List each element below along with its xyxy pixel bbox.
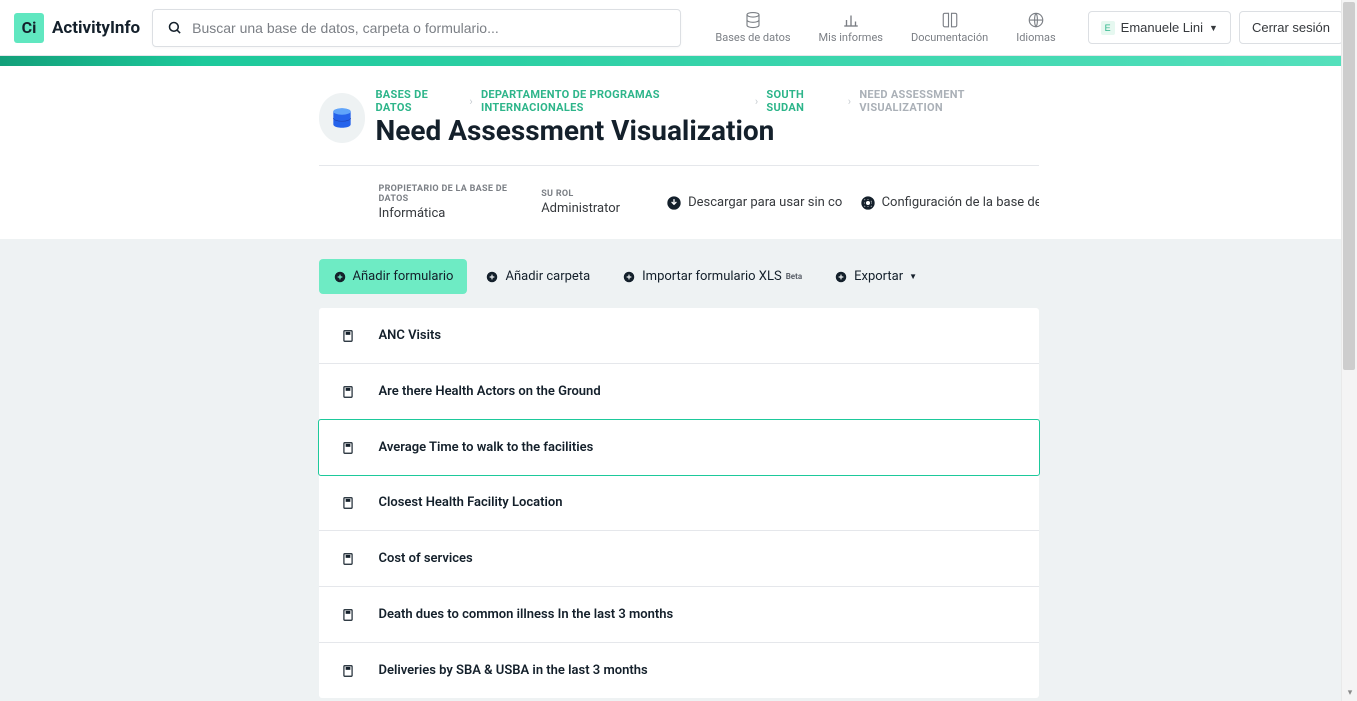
nav-databases[interactable]: Bases de datos	[715, 11, 790, 44]
search-input[interactable]	[192, 20, 666, 36]
crumb-0[interactable]: BASES DE DATOS	[375, 88, 461, 114]
plus-circle-icon	[834, 270, 848, 284]
chevron-down-icon: ▼	[1209, 23, 1218, 33]
reports-icon	[842, 11, 860, 29]
form-icon	[341, 496, 355, 510]
meta-role: SU ROL Administrator	[541, 189, 620, 216]
nav-languages[interactable]: Idiomas	[1016, 11, 1055, 44]
plus-circle-icon	[485, 270, 499, 284]
book-icon	[941, 11, 959, 29]
list-item[interactable]: ANC Visits	[319, 308, 1039, 364]
meta-role-label: SU ROL	[541, 189, 620, 199]
export-button[interactable]: Exportar ▼	[820, 259, 931, 294]
chevron-down-icon: ▼	[909, 272, 917, 281]
download-offline-button[interactable]: Descargar para usar sin conexi...	[666, 195, 842, 211]
import-xls-label: Importar formulario XLS	[642, 269, 782, 284]
logo[interactable]: Ci ActivityInfo	[14, 13, 140, 43]
form-name: Cost of services	[379, 551, 473, 566]
list-item[interactable]: Average Time to walk to the facilities	[318, 419, 1040, 476]
scrollbar-thumb[interactable]	[1343, 2, 1355, 370]
globe-icon	[1027, 11, 1045, 29]
plus-circle-icon	[622, 270, 636, 284]
list-item[interactable]: Closest Health Facility Location	[319, 475, 1039, 531]
actions-row: Añadir formulario Añadir carpeta Importa…	[319, 259, 1039, 294]
meta-role-value: Administrator	[541, 201, 620, 216]
form-icon	[341, 441, 355, 455]
gear-icon	[860, 195, 876, 211]
meta-owner: PROPIETARIO DE LA BASE DE DATOS Informát…	[379, 184, 514, 221]
plus-circle-icon	[333, 270, 347, 284]
form-name: Closest Health Facility Location	[379, 495, 563, 510]
top-bar: Ci ActivityInfo Bases de datos Mis infor…	[0, 0, 1357, 56]
title-row: BASES DE DATOS › DEPARTAMENTO DE PROGRAM…	[319, 88, 1039, 147]
header-buttons: E Emanuele Lini ▼ Cerrar sesión	[1080, 11, 1343, 44]
user-name: Emanuele Lini	[1121, 20, 1203, 35]
logout-button[interactable]: Cerrar sesión	[1239, 11, 1343, 44]
meta-owner-value: Informática	[379, 206, 514, 221]
meta-owner-label: PROPIETARIO DE LA BASE DE DATOS	[379, 184, 514, 204]
add-form-label: Añadir formulario	[353, 269, 454, 284]
forms-list: ANC Visits Are there Health Actors on th…	[319, 308, 1039, 698]
db-icon-wrap	[319, 93, 366, 143]
logo-icon: Ci	[14, 13, 44, 43]
nav-reports[interactable]: Mis informes	[819, 11, 883, 44]
chevron-right-icon: ›	[848, 95, 852, 108]
crumb-2[interactable]: SOUTH SUDAN	[766, 88, 839, 114]
form-icon	[341, 664, 355, 678]
form-name: Death dues to common illness In the last…	[379, 607, 674, 622]
breadcrumb: BASES DE DATOS › DEPARTAMENTO DE PROGRAM…	[375, 88, 1038, 114]
user-menu-button[interactable]: E Emanuele Lini ▼	[1088, 11, 1231, 44]
import-xls-button[interactable]: Importar formulario XLS Beta	[608, 259, 816, 294]
logo-text: ActivityInfo	[52, 18, 140, 38]
list-item[interactable]: Deliveries by SBA & USBA in the last 3 m…	[319, 643, 1039, 698]
form-name: Average Time to walk to the facilities	[379, 440, 594, 455]
form-icon	[341, 608, 355, 622]
database-large-icon	[329, 105, 355, 131]
form-name: ANC Visits	[379, 328, 442, 343]
nav-reports-label: Mis informes	[819, 31, 883, 44]
nav-languages-label: Idiomas	[1016, 31, 1055, 44]
nav-databases-label: Bases de datos	[715, 31, 790, 44]
add-form-button[interactable]: Añadir formulario	[319, 259, 468, 294]
form-name: Deliveries by SBA & USBA in the last 3 m…	[379, 663, 648, 678]
form-icon	[341, 385, 355, 399]
header-card: BASES DE DATOS › DEPARTAMENTO DE PROGRAM…	[0, 66, 1357, 239]
gradient-bar	[0, 56, 1357, 66]
list-item[interactable]: Cost of services	[319, 531, 1039, 587]
crumb-1[interactable]: DEPARTAMENTO DE PROGRAMAS INTERNACIONALE…	[481, 88, 747, 114]
db-config-label: Configuración de la base de dat...	[882, 195, 1039, 210]
nav-right: Bases de datos Mis informes Documentació…	[701, 11, 1069, 44]
chevron-right-icon: ›	[755, 95, 759, 108]
scrollbar[interactable]: ▾	[1341, 0, 1357, 701]
meta-row: PROPIETARIO DE LA BASE DE DATOS Informát…	[319, 165, 1039, 239]
chevron-right-icon: ›	[469, 95, 473, 108]
database-icon	[744, 11, 762, 29]
form-icon	[341, 329, 355, 343]
form-name: Are there Health Actors on the Ground	[379, 384, 601, 399]
nav-documentation-label: Documentación	[911, 31, 988, 44]
page-title: Need Assessment Visualization	[375, 114, 1038, 147]
scrollbar-down-arrow[interactable]: ▾	[1342, 685, 1357, 701]
beta-badge: Beta	[786, 272, 802, 281]
form-icon	[341, 552, 355, 566]
crumb-current: NEED ASSESSMENT VISUALIZATION	[859, 88, 1038, 114]
download-offline-label: Descargar para usar sin conexi...	[688, 195, 842, 210]
list-item[interactable]: Are there Health Actors on the Ground	[319, 364, 1039, 420]
search-icon	[167, 20, 182, 35]
nav-documentation[interactable]: Documentación	[911, 11, 988, 44]
db-config-button[interactable]: Configuración de la base de dat...	[860, 195, 1039, 211]
search-box[interactable]	[152, 9, 681, 47]
download-icon	[666, 195, 682, 211]
avatar: E	[1101, 21, 1115, 35]
list-item[interactable]: Death dues to common illness In the last…	[319, 587, 1039, 643]
add-folder-button[interactable]: Añadir carpeta	[471, 259, 604, 294]
page-body: BASES DE DATOS › DEPARTAMENTO DE PROGRAM…	[0, 66, 1357, 701]
export-label: Exportar	[854, 269, 903, 284]
add-folder-label: Añadir carpeta	[505, 269, 590, 284]
